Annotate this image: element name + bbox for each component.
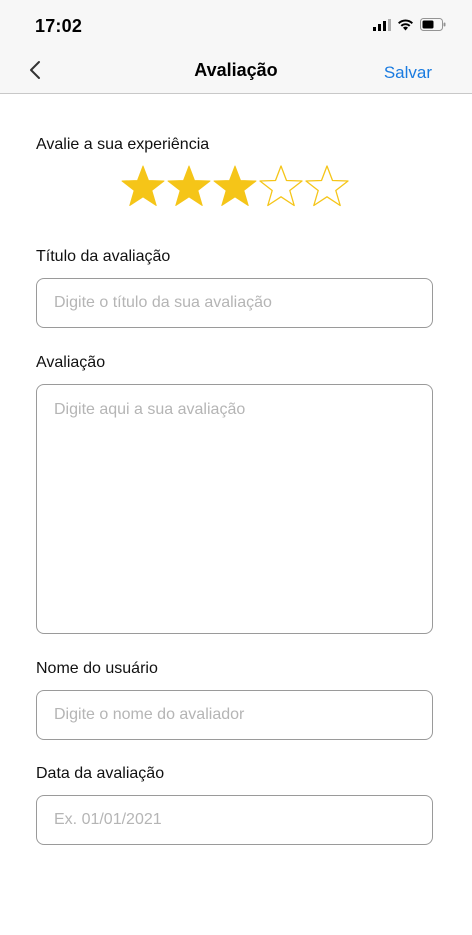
- star-filled-icon[interactable]: [120, 163, 166, 209]
- review-textarea[interactable]: [37, 385, 432, 633]
- date-input[interactable]: [37, 796, 432, 844]
- star-filled-icon[interactable]: [166, 163, 212, 209]
- star-rating: [120, 163, 350, 209]
- title-label: Título da avaliação: [36, 248, 171, 265]
- review-field-box: [36, 384, 433, 634]
- status-time: 17:02: [35, 16, 83, 36]
- status-bar: 17:02: [0, 0, 472, 48]
- star-empty-icon[interactable]: [304, 163, 350, 209]
- title-field-box: [36, 278, 433, 328]
- save-button[interactable]: Salvar: [384, 63, 432, 83]
- star-empty-icon[interactable]: [258, 163, 304, 209]
- user-name-input[interactable]: [37, 691, 432, 739]
- user-name-label: Nome do usuário: [36, 660, 158, 677]
- star-filled-icon[interactable]: [212, 163, 258, 209]
- navigation-bar: Avaliação Salvar: [0, 48, 472, 94]
- date-field-box: [36, 795, 433, 845]
- user-name-field-box: [36, 690, 433, 740]
- date-label: Data da avaliação: [36, 765, 165, 782]
- status-icons: [373, 18, 446, 31]
- wifi-icon: [398, 19, 413, 31]
- signal-icon: [373, 18, 391, 31]
- title-input[interactable]: [37, 279, 432, 327]
- review-label: Avaliação: [36, 354, 106, 371]
- battery-icon: [420, 18, 446, 31]
- rating-label: Avalie a sua experiência: [36, 136, 210, 153]
